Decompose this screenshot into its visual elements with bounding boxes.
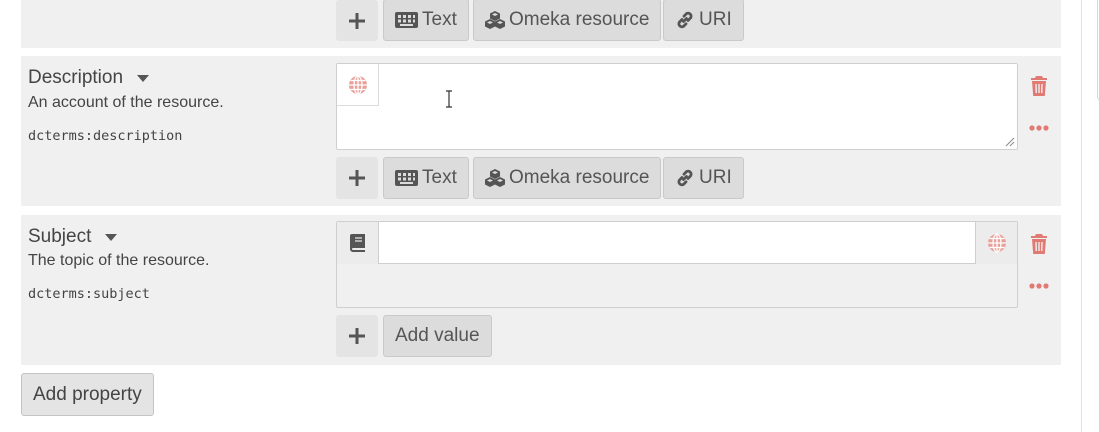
caret-down-icon[interactable] (137, 74, 150, 82)
resource-button-label: Omeka resource (509, 9, 650, 30)
subject-property-label: Subject (28, 226, 118, 248)
add-value-label: Add value (395, 325, 480, 346)
subject-term: dcterms:subject (28, 286, 150, 302)
plus-icon (349, 328, 365, 344)
remove-value-button[interactable] (1029, 75, 1049, 97)
description-term: dcterms:description (28, 128, 183, 144)
vocabulary-button[interactable] (337, 222, 379, 264)
add-value-text-button[interactable]: Add value (383, 315, 492, 357)
trash-icon (1031, 76, 1047, 96)
add-value-button[interactable] (336, 315, 378, 357)
description-property-label: Description (28, 67, 150, 89)
plus-icon (349, 12, 365, 29)
subject-value-container (336, 221, 1018, 308)
subject-comment: The topic of the resource. (28, 252, 210, 269)
ellipsis-icon (1029, 283, 1049, 289)
globe-icon (987, 233, 1006, 253)
text-button-label: Text (422, 167, 457, 188)
subject-input-row (337, 222, 1017, 264)
remove-value-button[interactable] (1029, 233, 1049, 255)
language-button[interactable] (337, 64, 379, 106)
uri-button-label: URI (699, 167, 732, 188)
globe-icon (348, 74, 367, 95)
ellipsis-icon (1029, 125, 1049, 131)
add-property-button[interactable]: Add property (21, 373, 154, 416)
add-property-label: Add property (33, 383, 142, 405)
uri-button-label: URI (699, 9, 732, 30)
text-button-label: Text (422, 9, 457, 30)
description-label-text: Description (28, 67, 124, 88)
cubes-icon (485, 11, 505, 29)
description-comment: An account of the resource. (28, 94, 224, 111)
plus-icon (349, 170, 365, 186)
link-icon (677, 169, 693, 187)
add-uri-button[interactable]: URI (663, 157, 744, 199)
description-textarea[interactable] (336, 63, 1018, 150)
subject-label-text: Subject (28, 226, 92, 247)
add-text-button[interactable]: Text (383, 0, 469, 41)
language-button[interactable] (975, 222, 1017, 264)
add-value-button[interactable] (336, 157, 378, 199)
trash-icon (1031, 234, 1047, 254)
more-options-button[interactable] (1028, 120, 1050, 136)
resize-handle-icon[interactable] (1005, 137, 1015, 147)
cubes-icon (485, 169, 505, 187)
add-uri-button[interactable]: URI (663, 0, 744, 41)
add-text-button[interactable]: Text (383, 157, 469, 199)
more-options-button[interactable] (1028, 278, 1050, 294)
caret-down-icon[interactable] (105, 233, 118, 241)
add-omeka-resource-button[interactable]: Omeka resource (473, 157, 662, 199)
keyboard-icon (395, 170, 418, 186)
link-icon (677, 11, 693, 29)
add-omeka-resource-button[interactable]: Omeka resource (473, 0, 662, 41)
sidebar-edge (1081, 0, 1099, 432)
add-value-button[interactable] (336, 0, 378, 41)
resource-button-label: Omeka resource (509, 167, 650, 188)
keyboard-icon (395, 12, 418, 28)
book-icon (349, 234, 365, 252)
text-cursor-icon (446, 90, 452, 108)
